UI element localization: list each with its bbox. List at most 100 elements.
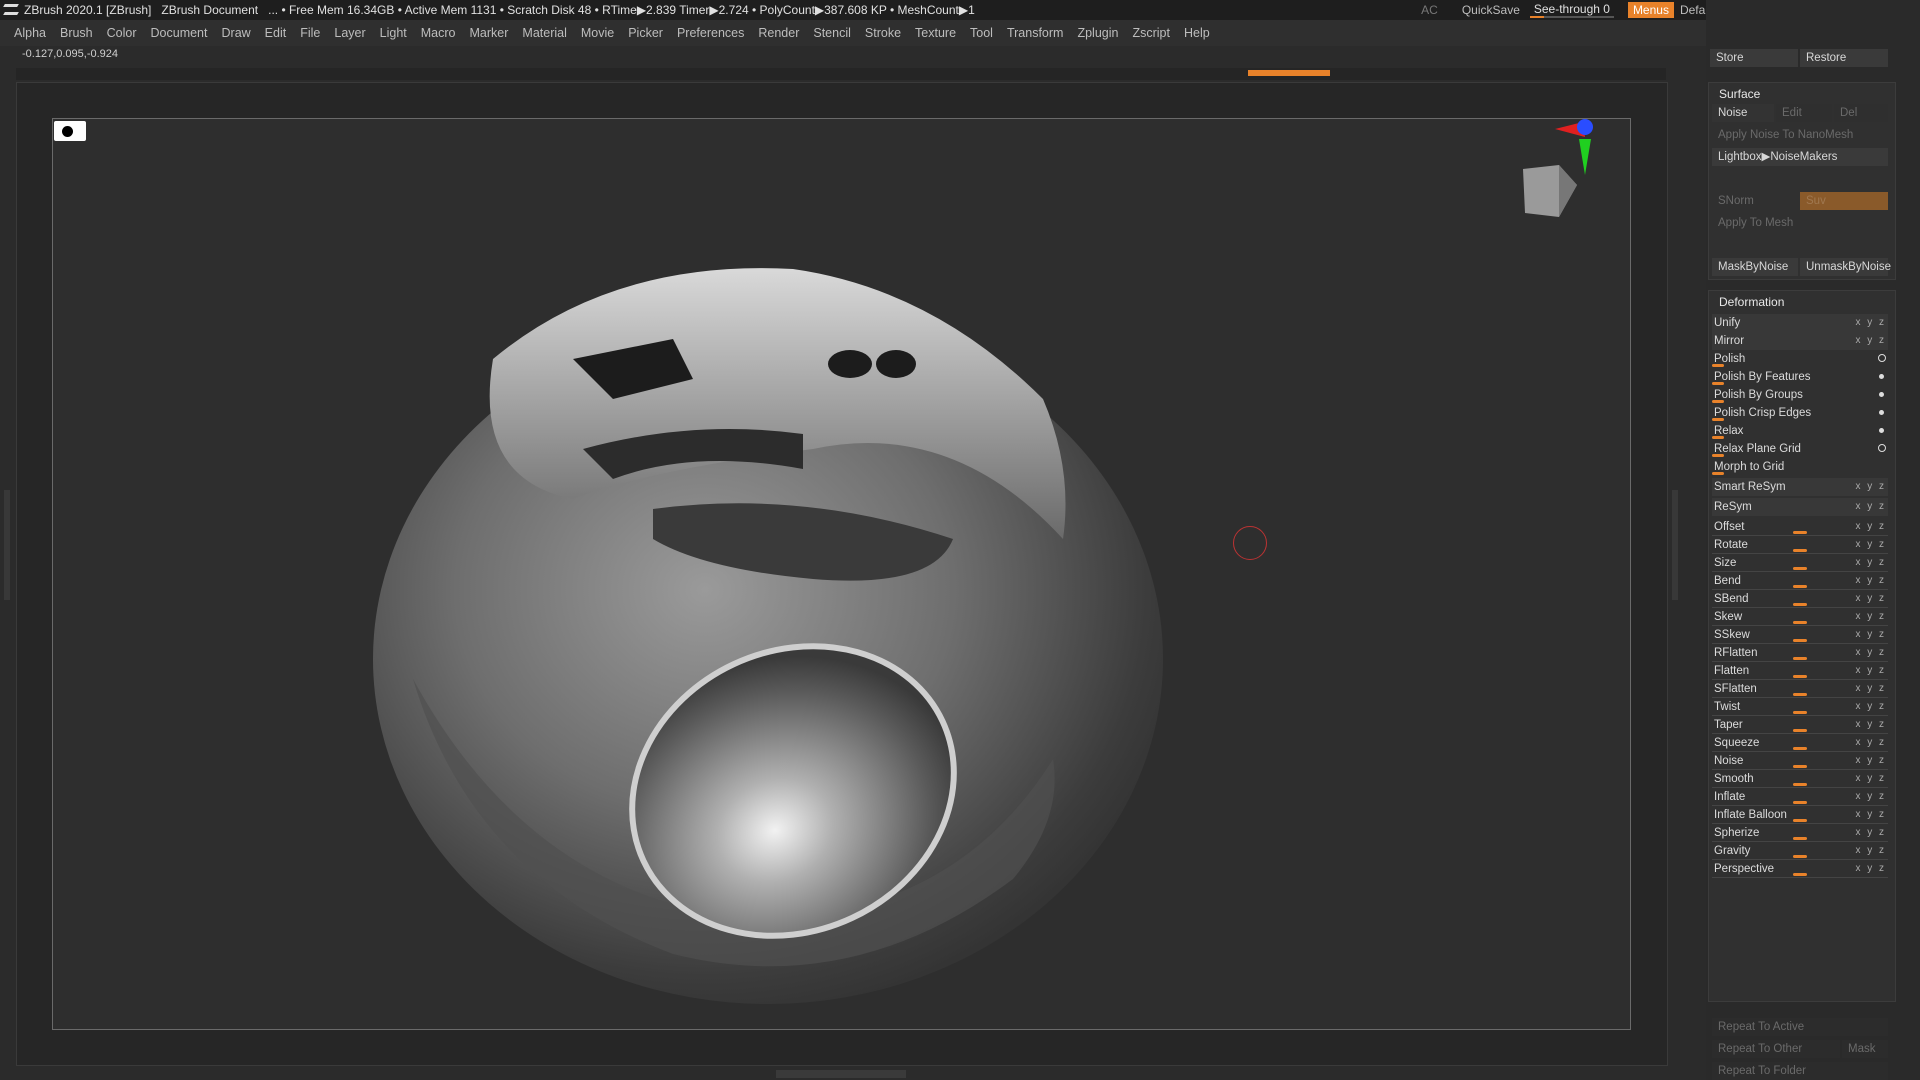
deformation-spherize[interactable]: Spherize x y z — [1712, 824, 1888, 842]
deformation-inflate-balloon[interactable]: Inflate Balloon x y z — [1712, 806, 1888, 824]
menu-document[interactable]: Document — [151, 26, 208, 40]
lightbox-noisemakers-button[interactable]: Lightbox▶NoiseMakers — [1712, 148, 1888, 166]
menu-zplugin[interactable]: Zplugin — [1077, 26, 1118, 40]
slider-track[interactable] — [1712, 877, 1888, 878]
apply-noise-nanomesh-button[interactable]: Apply Noise To NanoMesh — [1712, 126, 1888, 144]
deformation-polish-by-features[interactable]: Polish By Features — [1712, 368, 1888, 386]
deformation-title[interactable]: Deformation — [1709, 291, 1895, 313]
repeat-to-folder-button[interactable]: Repeat To Folder — [1712, 1062, 1888, 1080]
deformation-polish-by-groups[interactable]: Polish By Groups — [1712, 386, 1888, 404]
deformation-smooth[interactable]: Smooth x y z — [1712, 770, 1888, 788]
slider-knob[interactable] — [1793, 603, 1807, 606]
xyz-axis-icon[interactable]: x y z — [1855, 644, 1886, 662]
deformation-bend[interactable]: Bend x y z — [1712, 572, 1888, 590]
store-button[interactable]: Store — [1710, 49, 1798, 67]
left-shelf-toggle[interactable] — [4, 490, 10, 600]
xyz-axis-icon[interactable]: x y z — [1855, 518, 1886, 536]
xyz-axis-icon[interactable]: x y z — [1855, 842, 1886, 860]
menu-edit[interactable]: Edit — [265, 26, 287, 40]
deformation-relax[interactable]: Relax — [1712, 422, 1888, 440]
deformation-sbend[interactable]: SBend x y z — [1712, 590, 1888, 608]
xyz-axis-icon[interactable]: x y z — [1855, 698, 1886, 716]
restore-button[interactable]: Restore — [1800, 49, 1888, 67]
xyz-axis-icon[interactable]: x y z — [1855, 806, 1886, 824]
deformation-size[interactable]: Size x y z — [1712, 554, 1888, 572]
snorm-slider[interactable]: SNorm — [1712, 192, 1798, 210]
deformation-rotate[interactable]: Rotate x y z — [1712, 536, 1888, 554]
mode-toggle-icon[interactable] — [1879, 410, 1884, 415]
slider-knob[interactable] — [1793, 675, 1807, 678]
menu-help[interactable]: Help — [1184, 26, 1210, 40]
menu-alpha[interactable]: Alpha — [14, 26, 46, 40]
slider-knob[interactable] — [1793, 747, 1807, 750]
slider-knob[interactable] — [1793, 657, 1807, 660]
xyz-axis-icon[interactable]: x y z — [1855, 478, 1886, 496]
deformation-perspective[interactable]: Perspective x y z — [1712, 860, 1888, 878]
orientation-cube-icon[interactable] — [1513, 159, 1593, 229]
slider-knob[interactable] — [1793, 855, 1807, 858]
deformation-inflate[interactable]: Inflate x y z — [1712, 788, 1888, 806]
deformation-flatten[interactable]: Flatten x y z — [1712, 662, 1888, 680]
xyz-axis-icon[interactable]: x y z — [1855, 590, 1886, 608]
deformation-polish-crisp-edges[interactable]: Polish Crisp Edges — [1712, 404, 1888, 422]
slider-knob[interactable] — [1793, 639, 1807, 642]
ring-model[interactable] — [53, 119, 1630, 1029]
see-through-slider[interactable]: See-through 0 — [1529, 2, 1614, 18]
menu-color[interactable]: Color — [107, 26, 137, 40]
deformation-skew[interactable]: Skew x y z — [1712, 608, 1888, 626]
surface-title[interactable]: Surface — [1709, 83, 1895, 105]
deformation-polish[interactable]: Polish — [1712, 350, 1888, 368]
xyz-axis-icon[interactable]: x y z — [1855, 332, 1886, 350]
xyz-axis-icon[interactable]: x y z — [1855, 626, 1886, 644]
menu-render[interactable]: Render — [758, 26, 799, 40]
xyz-axis-icon[interactable]: x y z — [1855, 752, 1886, 770]
deformation-resym[interactable]: ReSym x y z — [1712, 498, 1888, 516]
menu-brush[interactable]: Brush — [60, 26, 93, 40]
repeat-to-other-button[interactable]: Repeat To Other — [1712, 1040, 1840, 1058]
menu-file[interactable]: File — [300, 26, 320, 40]
slider-knob[interactable] — [1793, 801, 1807, 804]
slider-knob[interactable] — [1793, 567, 1807, 570]
xyz-axis-icon[interactable]: x y z — [1855, 770, 1886, 788]
xyz-axis-icon[interactable]: x y z — [1855, 608, 1886, 626]
slider-knob[interactable] — [1793, 621, 1807, 624]
deformation-unify[interactable]: Unify x y z — [1712, 314, 1888, 332]
deformation-noise[interactable]: Noise x y z — [1712, 752, 1888, 770]
menu-zscript[interactable]: Zscript — [1132, 26, 1170, 40]
menu-macro[interactable]: Macro — [421, 26, 456, 40]
menu-preferences[interactable]: Preferences — [677, 26, 744, 40]
deformation-twist[interactable]: Twist x y z — [1712, 698, 1888, 716]
zbrush-logo-icon[interactable] — [4, 4, 18, 16]
deformation-taper[interactable]: Taper x y z — [1712, 716, 1888, 734]
unmask-by-noise-button[interactable]: UnmaskByNoise — [1800, 258, 1891, 276]
slider-knob[interactable] — [1793, 783, 1807, 786]
ac-label[interactable]: AC — [1421, 3, 1438, 17]
menu-stencil[interactable]: Stencil — [813, 26, 851, 40]
xyz-axis-icon[interactable]: x y z — [1855, 716, 1886, 734]
mode-toggle-icon[interactable] — [1879, 428, 1884, 433]
deformation-squeeze[interactable]: Squeeze x y z — [1712, 734, 1888, 752]
perspective-toggle-icon[interactable] — [54, 121, 86, 141]
slider-knob[interactable] — [1793, 819, 1807, 822]
menu-texture[interactable]: Texture — [915, 26, 956, 40]
slider-knob[interactable] — [1793, 693, 1807, 696]
menus-toggle[interactable]: Menus — [1627, 2, 1674, 18]
slider-knob[interactable] — [1793, 729, 1807, 732]
menu-material[interactable]: Material — [522, 26, 566, 40]
repeat-to-active-button[interactable]: Repeat To Active — [1712, 1018, 1888, 1036]
mask-by-noise-button[interactable]: MaskByNoise — [1712, 258, 1798, 276]
slider-knob[interactable] — [1793, 711, 1807, 714]
deformation-relax-plane-grid[interactable]: Relax Plane Grid — [1712, 440, 1888, 458]
slider-knob[interactable] — [1793, 765, 1807, 768]
mode-toggle-icon[interactable] — [1878, 354, 1886, 362]
slider-knob[interactable] — [1793, 837, 1807, 840]
xyz-axis-icon[interactable]: x y z — [1855, 824, 1886, 842]
xyz-axis-icon[interactable]: x y z — [1855, 536, 1886, 554]
xyz-axis-icon[interactable]: x y z — [1855, 788, 1886, 806]
noise-button[interactable]: Noise — [1712, 104, 1774, 122]
noise-edit-button[interactable]: Edit — [1776, 104, 1832, 122]
xyz-axis-icon[interactable]: x y z — [1855, 680, 1886, 698]
xyz-axis-icon[interactable]: x y z — [1855, 314, 1886, 332]
deformation-sskew[interactable]: SSkew x y z — [1712, 626, 1888, 644]
document-canvas[interactable] — [52, 118, 1631, 1030]
